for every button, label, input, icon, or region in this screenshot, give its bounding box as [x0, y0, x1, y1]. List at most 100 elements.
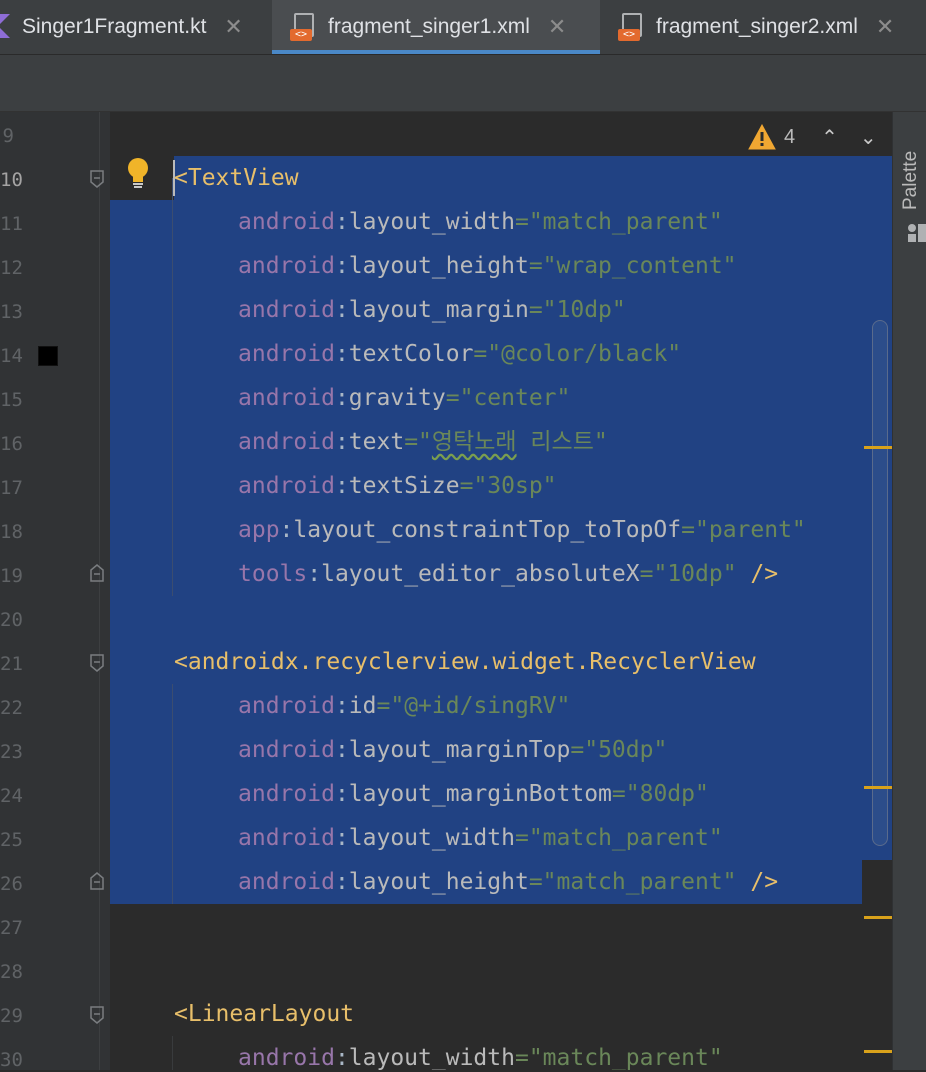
namespace: android: [238, 869, 335, 895]
attribute-value: "@+id/singRV": [390, 693, 571, 719]
line-number: 29: [0, 1005, 23, 1027]
code-line: android:layout_width="match_parent": [238, 1045, 723, 1070]
attribute-name: layout_constraintTop_toTopOf: [293, 517, 682, 543]
attribute-value: "80dp": [625, 781, 709, 807]
close-icon[interactable]: ✕: [548, 14, 566, 40]
palette-icon[interactable]: [906, 222, 926, 244]
inspection-widget[interactable]: 4 ⌃ ⌄: [748, 118, 888, 156]
fold-collapse-icon[interactable]: [89, 1006, 105, 1024]
attribute-value: "50dp": [584, 737, 668, 763]
code-line: android:layout_width="match_parent": [238, 209, 723, 235]
line-number: 28: [0, 961, 23, 983]
tab-label: fragment_singer2.xml: [656, 15, 858, 38]
palette-tool-button[interactable]: Palette: [900, 151, 922, 210]
line-number: 11: [0, 213, 23, 235]
xml-tag: <androidx.recyclerview.widget.RecyclerVi…: [174, 649, 756, 675]
previous-highlight-button[interactable]: ⌃: [821, 125, 838, 150]
line-number: 15: [0, 389, 23, 411]
code-line: android:gravity="center": [238, 385, 571, 411]
line-number: 19: [0, 565, 23, 587]
tab-fragment-singer1-xml[interactable]: <> fragment_singer1.xml ✕: [272, 0, 600, 54]
code-line: android:textColor="@color/black": [238, 341, 682, 367]
line-number: 18: [0, 521, 23, 543]
next-highlight-button[interactable]: ⌄: [860, 125, 877, 150]
attribute-name: id: [348, 693, 377, 719]
indent-guide: [172, 1036, 173, 1070]
tag-close: />: [736, 561, 779, 587]
warning-stripe-marker[interactable]: [864, 786, 892, 789]
code-line: <androidx.recyclerview.widget.RecyclerVi…: [174, 640, 756, 684]
warning-stripe-marker[interactable]: [864, 916, 892, 919]
attribute-value: "wrap_content": [542, 253, 737, 279]
color-preview-swatch[interactable]: [38, 346, 58, 366]
attribute-value: "parent": [695, 517, 806, 543]
attribute-value: "center": [459, 385, 571, 411]
tab-label: Singer1Fragment.kt: [22, 15, 207, 38]
attribute-name: textSize: [348, 473, 460, 499]
attribute-value: "30sp": [473, 473, 557, 499]
warning-count: 4: [784, 125, 796, 148]
attribute-name: layout_width: [348, 825, 515, 851]
line-number: 21: [0, 653, 23, 675]
namespace: android: [238, 253, 335, 279]
xml-tag: <LinearLayout: [174, 1001, 355, 1027]
fold-end-icon[interactable]: [89, 564, 105, 582]
code-line: android:text="영탁노래 리스트": [238, 429, 608, 455]
code-line: <LinearLayout: [174, 992, 354, 1036]
attribute-name: layout_margin: [348, 297, 529, 323]
attribute-value: ": [418, 429, 432, 455]
line-number: 13: [0, 301, 23, 323]
attribute-value: "10dp": [653, 561, 737, 587]
attribute-value: "match_parent": [528, 825, 723, 851]
gutter-divider: [99, 112, 100, 1070]
attribute-name: text: [348, 429, 405, 455]
attribute-name: layout_height: [348, 253, 529, 279]
fold-collapse-icon[interactable]: [89, 654, 105, 672]
tab-fragment-singer2-xml[interactable]: <> fragment_singer2.xml ✕: [618, 0, 926, 54]
breadcrumb-strip: [0, 55, 926, 112]
xml-tag: <TextView: [174, 165, 299, 191]
namespace: android: [238, 693, 335, 719]
code-line: android:textSize="30sp": [238, 473, 557, 499]
attribute-value: "match_parent": [528, 1045, 723, 1070]
line-number: 20: [0, 609, 23, 631]
warning-stripe-marker[interactable]: [864, 1050, 892, 1053]
line-number: 22: [0, 697, 23, 719]
tab-singer1fragment-kt[interactable]: Singer1Fragment.kt ✕: [0, 0, 272, 54]
attribute-name: layout_width: [348, 1045, 515, 1070]
line-number: 23: [0, 741, 23, 763]
close-icon[interactable]: ✕: [876, 14, 894, 40]
tag-close: />: [736, 869, 779, 895]
vertical-scrollbar[interactable]: [872, 320, 888, 846]
code-line: android:layout_marginBottom="80dp": [238, 781, 709, 807]
namespace: android: [238, 385, 335, 411]
attribute-name: layout_marginBottom: [348, 781, 612, 807]
namespace: android: [238, 473, 335, 499]
line-number: 26: [0, 873, 23, 895]
code-editor[interactable]: <TextView android:layout_width="match_pa…: [110, 112, 892, 1070]
line-number: 16: [0, 433, 23, 455]
warning-stripe-marker[interactable]: [864, 446, 892, 449]
code-line: <TextView: [174, 156, 299, 200]
namespace: android: [238, 781, 335, 807]
code-line: app:layout_constraintTop_toTopOf="parent…: [238, 517, 806, 543]
right-tool-window-strip: [892, 112, 926, 1070]
lightbulb-icon[interactable]: [124, 156, 152, 190]
line-number: 12: [0, 257, 23, 279]
code-line: android:layout_height="match_parent" />: [238, 869, 779, 895]
text-caret: [173, 160, 175, 196]
editor-tab-bar: Singer1Fragment.kt ✕ <> fragment_singer1…: [0, 0, 926, 55]
typo-underlined-word: 영탁노래: [431, 429, 517, 455]
line-number: 30: [0, 1049, 23, 1071]
close-icon[interactable]: ✕: [224, 14, 242, 40]
code-line: android:layout_width="match_parent": [238, 825, 723, 851]
attribute-name: layout_editor_absoluteX: [321, 561, 640, 587]
code-line: android:layout_height="wrap_content": [238, 253, 737, 279]
fold-end-icon[interactable]: [89, 872, 105, 890]
attribute-name: layout_height: [348, 869, 529, 895]
namespace: android: [238, 737, 335, 763]
attribute-name: gravity: [348, 385, 446, 411]
attribute-value: "match_parent": [528, 209, 723, 235]
fold-collapse-icon[interactable]: [89, 170, 105, 188]
warning-triangle-icon: [748, 124, 776, 150]
